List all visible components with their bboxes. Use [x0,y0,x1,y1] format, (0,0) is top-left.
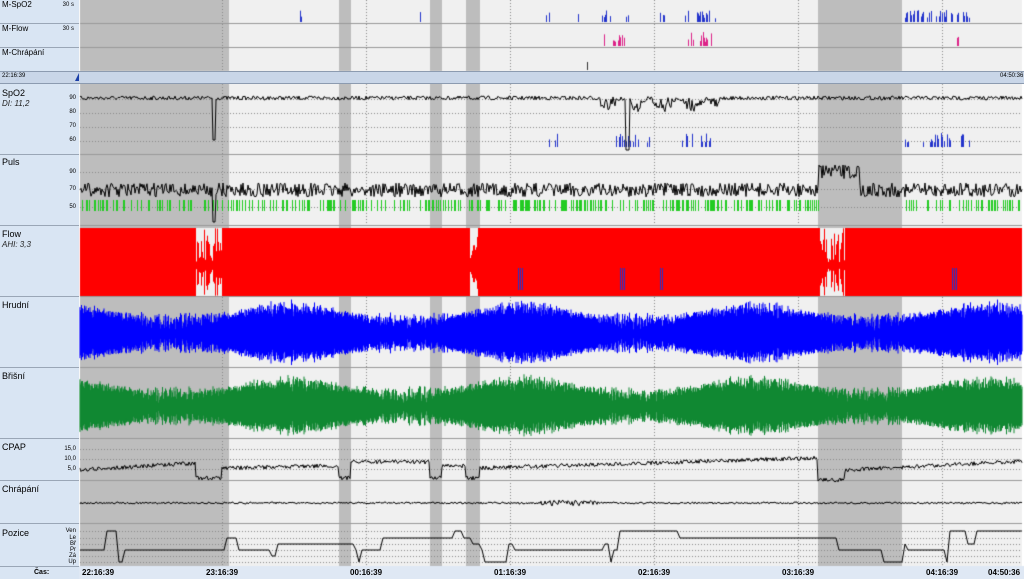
time-tick-1: 23:16:39 [206,568,239,577]
channel-label-abdomen: Břišní [2,371,26,381]
time-tick-7: 04:50:36 [988,568,1021,577]
time-tick-6: 04:16:39 [926,568,959,577]
pulse-tick-70: 70 [69,186,76,192]
channel-label-snoring: Chrápání [2,484,40,494]
spo2-tick-80: 80 [69,109,76,115]
channel-sub-spo2: DI: 11,2 [2,99,30,108]
time-axis-label: Čas: [34,569,50,576]
channel-sub-flow: AHI: 3,3 [2,240,31,249]
sleep-study-viewer: M-SpO2 30 s M-Flow 30 s M-Chrápání SpO2 … [0,0,1024,579]
overview-label-spo2: M-SpO2 [2,0,32,9]
time-tick-4: 02:16:39 [638,568,671,577]
signal-plot-area[interactable] [0,0,1024,579]
pulse-tick-50: 50 [69,204,76,210]
channel-label-flow: Flow [2,229,22,239]
overview-tick-spo2: 30 s [62,2,74,8]
cpap-tick-15: 15,0 [64,446,76,452]
spo2-tick-90: 90 [69,95,76,101]
channel-label-chest: Hrudní [2,300,30,310]
channel-label-position: Pozice [2,528,30,538]
cpap-tick-5: 5,0 [67,466,76,472]
pos-tick-up: Up [68,559,76,565]
channel-label-spo2: SpO2 [2,88,26,98]
nav-start-time: 22:16:39 [2,73,26,79]
channel-label-pulse: Puls [2,157,20,167]
overview-navigator-bar[interactable]: 22:16:39 04:50:36 [0,71,1024,84]
overview-label-snoring: M-Chrápání [2,48,45,57]
nav-end-time: 04:50:36 [1000,73,1024,79]
spo2-tick-70: 70 [69,123,76,129]
nav-position-marker[interactable] [75,73,79,81]
overview-tick-flow: 30 s [62,26,74,32]
channel-label-cpap: CPAP [2,442,26,452]
cpap-tick-10: 10,0 [64,456,76,462]
channel-label-column: M-SpO2 30 s M-Flow 30 s M-Chrápání SpO2 … [0,0,79,579]
overview-label-flow: M-Flow [2,24,29,33]
time-tick-3: 01:16:39 [494,568,527,577]
pos-tick-ven: Ven [65,528,76,534]
time-tick-2: 00:16:39 [350,568,383,577]
time-tick-0: 22:16:39 [82,568,115,577]
time-tick-5: 03:16:39 [782,568,815,577]
spo2-tick-60: 60 [69,137,76,143]
pulse-tick-90: 90 [69,169,76,175]
